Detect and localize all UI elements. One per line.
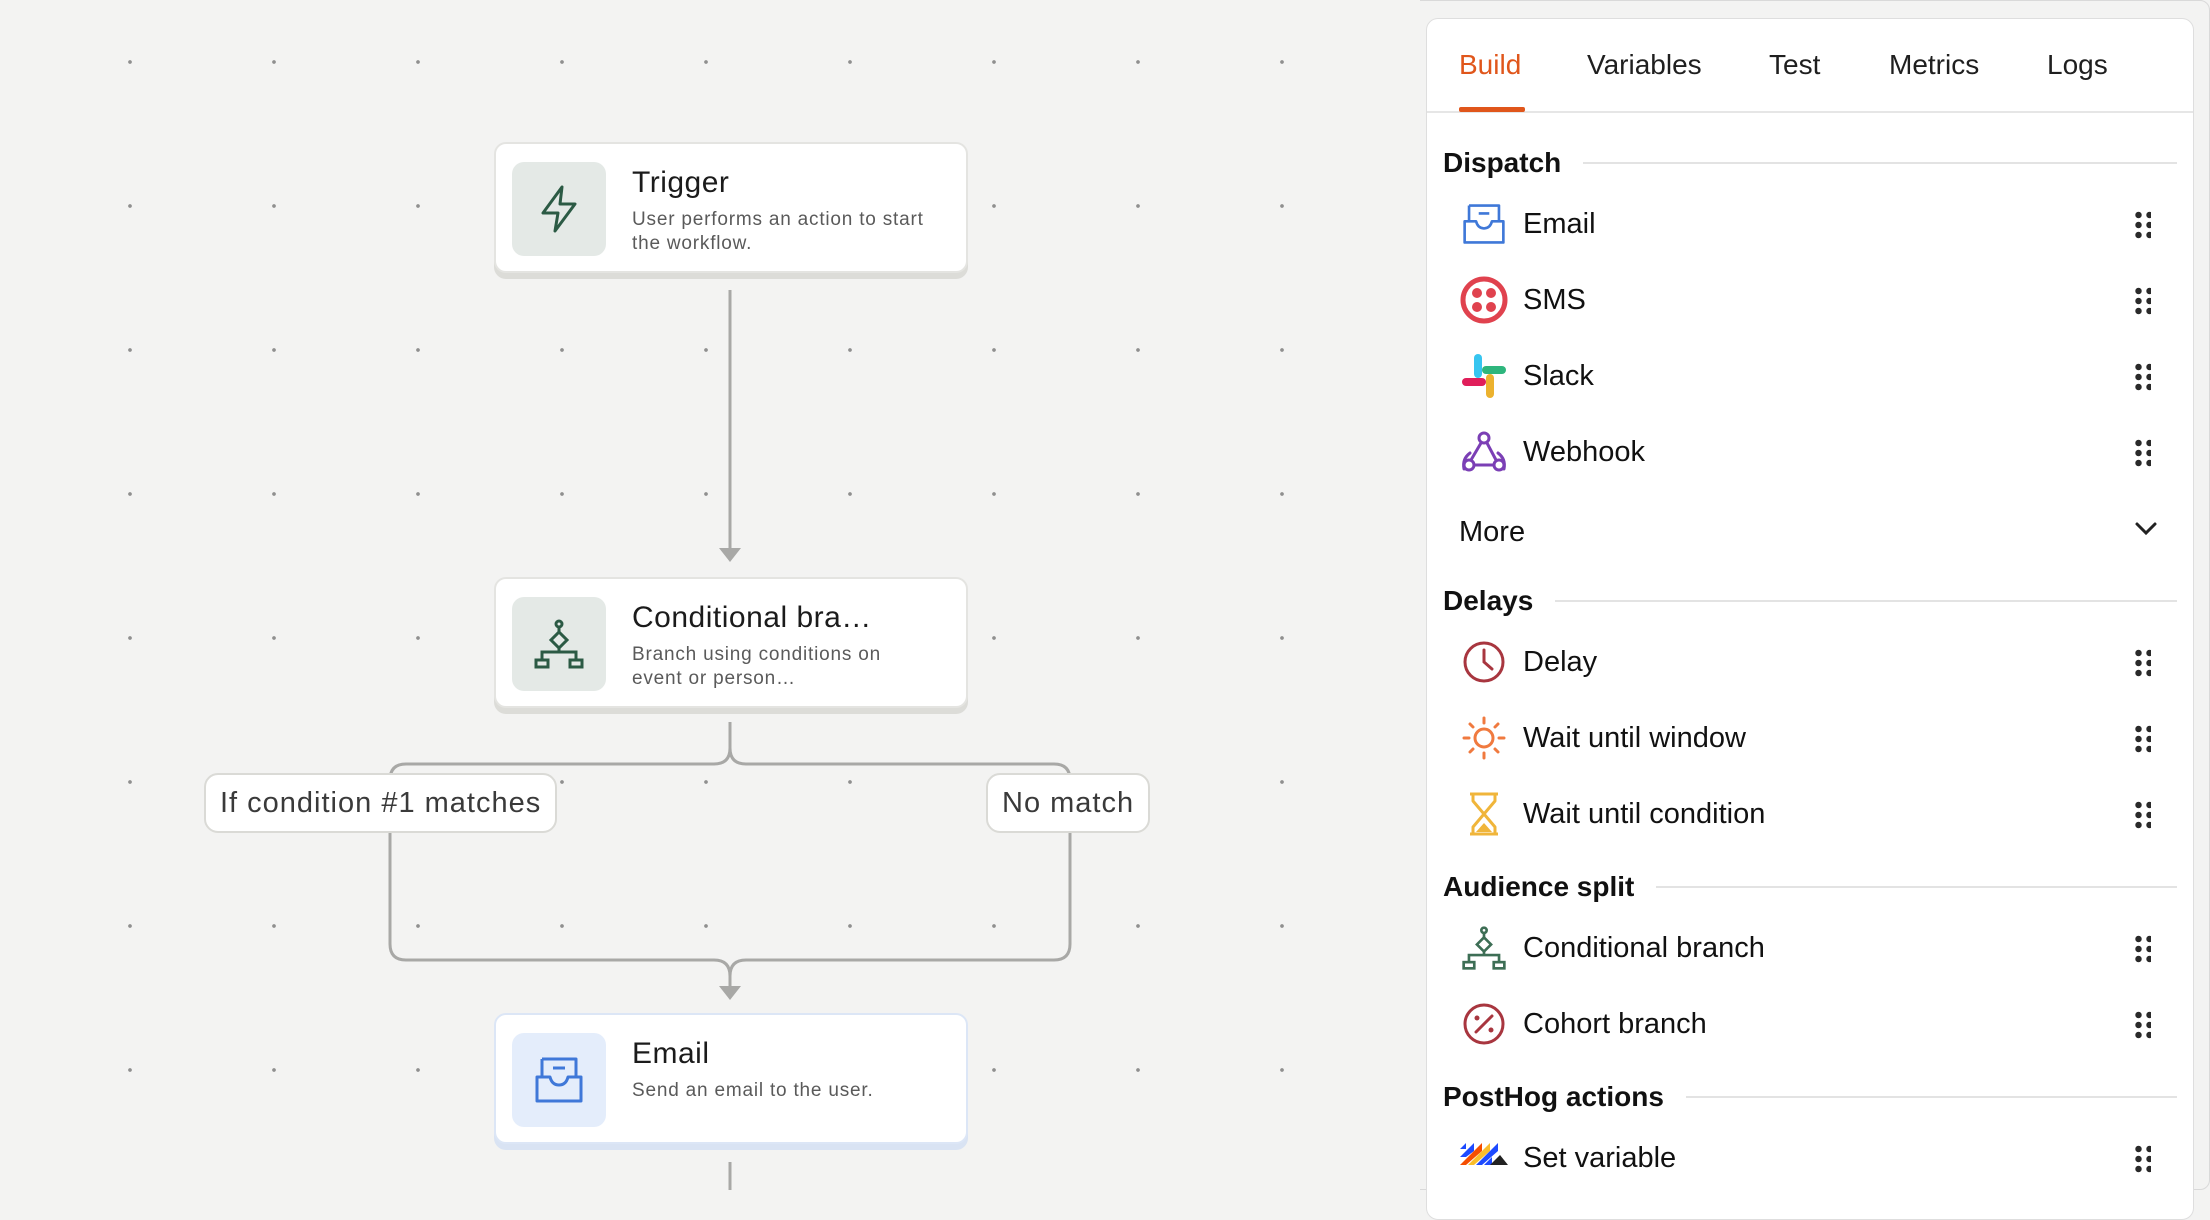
slack-icon <box>1459 351 1509 401</box>
arrowhead-conditional <box>719 548 741 562</box>
drag-handle-icon[interactable] <box>2133 286 2151 316</box>
lightning-icon <box>541 185 577 233</box>
section-delays-title: Delays <box>1443 585 1534 616</box>
twilio-icon <box>1459 275 1509 325</box>
clock-icon <box>1459 637 1509 687</box>
percent-icon <box>1459 999 1509 1049</box>
dispatch-more-toggle[interactable]: More <box>1459 507 2159 557</box>
posthog-icon <box>1459 1133 1509 1183</box>
tab-variables[interactable]: Variables <box>1587 49 1702 81</box>
drag-handle-icon[interactable] <box>2133 1010 2151 1040</box>
branch-icon <box>534 619 584 669</box>
tab-test[interactable]: Test <box>1769 49 1820 81</box>
action-item-label: Webhook <box>1523 435 1645 468</box>
action-item-wait-until-window[interactable]: Wait until window <box>1443 708 2177 768</box>
action-item-sms[interactable]: SMS <box>1443 270 2177 330</box>
action-item-label: Email <box>1523 207 1596 240</box>
email-icon <box>1459 199 1509 249</box>
action-item-webhook[interactable]: Webhook <box>1443 422 2177 482</box>
section-delays: Delays <box>1443 585 2177 617</box>
action-item-delay[interactable]: Delay <box>1443 632 2177 692</box>
node-conditional-description: Branch using conditions on event or pers… <box>632 644 881 689</box>
action-item-label: Conditional branch <box>1523 931 1765 964</box>
action-item-label: SMS <box>1523 283 1586 316</box>
drag-handle-icon[interactable] <box>2133 438 2151 468</box>
action-item-label: Slack <box>1523 359 1594 392</box>
workflow-canvas[interactable]: Trigger User performs an action to start… <box>0 0 1420 1190</box>
node-trigger[interactable]: Trigger User performs an action to start… <box>494 142 968 273</box>
active-tab-indicator <box>1459 107 1525 112</box>
drag-handle-icon[interactable] <box>2133 210 2151 240</box>
node-trigger-description: User performs an action to start the wor… <box>632 209 924 254</box>
action-item-label: Wait until window <box>1523 721 1746 754</box>
section-posthog-actions: PostHog actions <box>1443 1081 2177 1113</box>
node-email-title: Email <box>632 1037 710 1070</box>
action-item-slack[interactable]: Slack <box>1443 346 2177 406</box>
tab-logs[interactable]: Logs <box>2047 49 2108 81</box>
drag-handle-icon[interactable] <box>2133 800 2151 830</box>
tab-metrics[interactable]: Metrics <box>1889 49 1979 81</box>
node-email-icon-box <box>512 1033 606 1127</box>
tab-build[interactable]: Build <box>1459 49 1521 81</box>
branch-label-condition-1[interactable]: If condition #1 matches <box>204 773 558 833</box>
branch-label-no-match[interactable]: No match <box>986 773 1151 833</box>
build-panel: Build Variables Test Metrics Logs Dispat… <box>1426 18 2194 1220</box>
action-item-label: Delay <box>1523 645 1598 678</box>
hourglass-icon <box>1459 789 1509 839</box>
chevron-down-icon <box>2135 522 2157 536</box>
drag-handle-icon[interactable] <box>2133 362 2151 392</box>
node-email[interactable]: Email Send an email to the user. <box>494 1013 968 1144</box>
section-audience-split-title: Audience split <box>1443 871 1635 902</box>
drag-handle-icon[interactable] <box>2133 724 2151 754</box>
arrowhead-email <box>719 986 741 1000</box>
edge-right-to-email <box>728 832 1072 977</box>
node-conditional-title: Conditional bra… <box>632 601 872 634</box>
action-item-wait-until-condition[interactable]: Wait until condition <box>1443 784 2177 844</box>
edge-left-to-email <box>388 832 732 990</box>
node-trigger-icon-box <box>512 162 606 256</box>
drag-handle-icon[interactable] <box>2133 1144 2151 1174</box>
section-audience-split: Audience split <box>1443 871 2177 903</box>
action-item-email[interactable]: Email <box>1443 194 2177 254</box>
webhook-icon <box>1459 427 1509 477</box>
section-dispatch-title: Dispatch <box>1443 147 1562 178</box>
action-item-cohort-branch[interactable]: Cohort branch <box>1443 994 2177 1054</box>
node-conditional-branch[interactable]: Conditional bra… Branch using conditions… <box>494 577 968 708</box>
email-icon <box>535 1057 583 1103</box>
action-item-set-variable[interactable]: Set variable <box>1443 1128 2177 1188</box>
node-email-description: Send an email to the user. <box>632 1080 874 1101</box>
section-posthog-actions-title: PostHog actions <box>1443 1081 1664 1112</box>
node-conditional-icon-box <box>512 597 606 691</box>
action-item-label: Wait until condition <box>1523 797 1766 830</box>
action-item-conditional-branch[interactable]: Conditional branch <box>1443 918 2177 978</box>
branch-icon <box>1459 923 1509 973</box>
node-trigger-title: Trigger <box>632 166 730 199</box>
drag-handle-icon[interactable] <box>2133 648 2151 678</box>
more-label: More <box>1459 515 1526 548</box>
panel-tabs: Build Variables Test Metrics Logs <box>1427 19 2193 113</box>
section-dispatch: Dispatch <box>1443 147 2177 179</box>
action-item-label: Cohort branch <box>1523 1007 1707 1040</box>
drag-handle-icon[interactable] <box>2133 934 2151 964</box>
action-item-label: Set variable <box>1523 1141 1677 1174</box>
sun-icon <box>1459 713 1509 763</box>
